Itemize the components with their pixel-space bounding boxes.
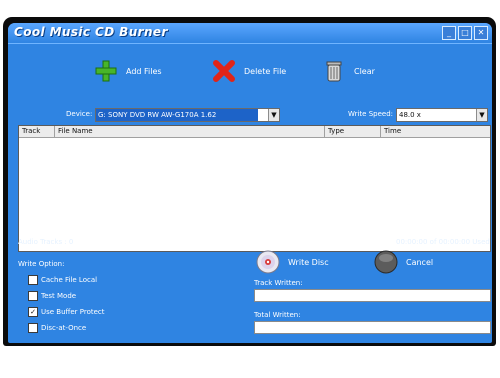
track-written-progress bbox=[254, 289, 491, 302]
titlebar[interactable]: Cool Music CD Burner _ □ ✕ bbox=[8, 23, 492, 44]
maximize-button[interactable]: □ bbox=[458, 26, 472, 40]
track-written-label: Track Written: bbox=[254, 279, 303, 287]
column-file-name[interactable]: File Name bbox=[55, 126, 325, 137]
column-track[interactable]: Track bbox=[19, 126, 55, 137]
total-written-progress bbox=[254, 321, 491, 334]
write-speed-select[interactable]: 48.0 x ▼ bbox=[396, 108, 488, 122]
checkbox[interactable] bbox=[28, 291, 38, 301]
time-used: 00:00:00 of 00:00:00 Used bbox=[396, 238, 490, 246]
option-label: Use Buffer Protect bbox=[41, 308, 105, 316]
track-list[interactable]: Track File Name Type Time bbox=[18, 125, 491, 252]
audio-tracks-count: Audio Tracks : 0 bbox=[18, 238, 74, 246]
add-files-button[interactable]: Add Files bbox=[94, 56, 162, 86]
column-time[interactable]: Time bbox=[381, 126, 490, 137]
trash-icon bbox=[326, 61, 342, 82]
cancel-button[interactable]: Cancel bbox=[374, 247, 433, 277]
device-label: Device: bbox=[66, 110, 93, 118]
option-label: Cache File Local bbox=[41, 276, 98, 284]
delete-file-label: Delete File bbox=[244, 66, 287, 76]
cancel-label: Cancel bbox=[406, 257, 434, 267]
chevron-down-icon: ▼ bbox=[268, 109, 279, 121]
option-label: Disc-at-Once bbox=[41, 324, 87, 332]
write-disc-label: Write Disc bbox=[288, 257, 329, 267]
delete-file-button[interactable]: Delete File bbox=[212, 56, 286, 86]
plus-icon bbox=[95, 60, 117, 82]
minimize-button[interactable]: _ bbox=[442, 26, 456, 40]
close-button[interactable]: ✕ bbox=[474, 26, 488, 40]
delete-x-icon bbox=[213, 60, 235, 82]
window-controls: _ □ ✕ bbox=[442, 26, 488, 40]
clear-button[interactable]: Clear bbox=[322, 56, 375, 86]
device-value: G: SONY DVD RW AW-G170A 1.62 bbox=[96, 109, 258, 121]
write-speed-label: Write Speed: bbox=[348, 110, 394, 118]
checkbox[interactable] bbox=[28, 323, 38, 333]
write-speed-value: 48.0 x bbox=[399, 111, 421, 119]
option-test-mode[interactable]: Test Mode bbox=[28, 291, 76, 301]
write-disc-button[interactable]: Write Disc bbox=[256, 247, 329, 277]
checkbox-checked[interactable]: ✓ bbox=[28, 307, 38, 317]
checkbox[interactable] bbox=[28, 275, 38, 285]
option-use-buffer-protect[interactable]: ✓ Use Buffer Protect bbox=[28, 307, 105, 317]
write-option-label: Write Option: bbox=[18, 260, 65, 268]
track-list-header: Track File Name Type Time bbox=[19, 126, 490, 138]
add-files-label: Add Files bbox=[126, 66, 162, 76]
app-window: Cool Music CD Burner _ □ ✕ Add Files Del… bbox=[8, 23, 492, 343]
device-select[interactable]: G: SONY DVD RW AW-G170A 1.62 ▼ bbox=[95, 108, 280, 122]
option-cache-file-local[interactable]: Cache File Local bbox=[28, 275, 97, 285]
clear-label: Clear bbox=[354, 66, 375, 76]
option-disc-at-once[interactable]: Disc-at-Once bbox=[28, 323, 86, 333]
chevron-down-icon: ▼ bbox=[476, 109, 487, 121]
column-type[interactable]: Type bbox=[325, 126, 381, 137]
cd-disc-icon bbox=[256, 250, 280, 274]
option-label: Test Mode bbox=[41, 292, 77, 300]
cancel-orb-icon bbox=[374, 250, 398, 274]
window-title: Cool Music CD Burner bbox=[14, 25, 168, 39]
total-written-label: Total Written: bbox=[254, 311, 301, 319]
